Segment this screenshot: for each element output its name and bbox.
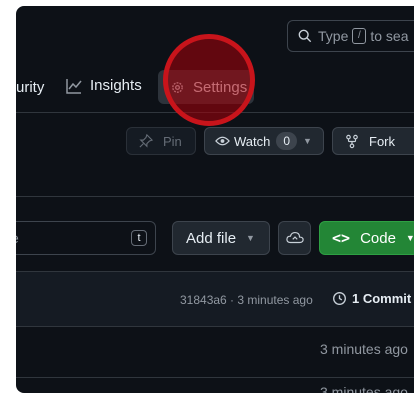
codespaces-button[interactable] xyxy=(278,221,311,255)
fork-icon xyxy=(346,134,358,148)
search-placeholder-suffix: to sea xyxy=(370,28,409,44)
fork-label: Fork xyxy=(369,133,395,149)
go-to-file-input[interactable]: e t xyxy=(16,221,156,255)
commit-info[interactable]: 31843a6 · 3 minutes ago xyxy=(180,293,313,307)
search-input[interactable]: Type / to sea xyxy=(287,20,414,52)
eye-icon xyxy=(215,136,230,146)
header-divider xyxy=(16,196,414,197)
pin-button[interactable]: Pin xyxy=(126,127,196,155)
tab-security-label: urity xyxy=(16,79,45,96)
repo-window: Type / to sea urity Insights Settings Pi… xyxy=(16,6,414,393)
chevron-down-icon: ▼ xyxy=(246,233,255,243)
graph-icon xyxy=(66,78,82,94)
search-icon xyxy=(298,29,312,43)
watch-button[interactable]: Watch 0 ▼ xyxy=(204,127,324,155)
table-row[interactable]: 3 minutes ago xyxy=(16,378,414,393)
history-icon xyxy=(333,292,346,305)
chevron-down-icon: ▼ xyxy=(405,233,414,243)
add-file-label: Add file xyxy=(186,229,237,247)
code-button[interactable]: <> Code ▼ xyxy=(319,221,414,255)
chevron-down-icon: ▼ xyxy=(303,136,312,146)
gear-icon xyxy=(172,81,183,93)
row-timestamp: 3 minutes ago xyxy=(320,341,408,357)
watch-label: Watch xyxy=(234,133,271,149)
go-to-file-shortcut: t xyxy=(131,230,147,246)
row-timestamp: 3 minutes ago xyxy=(320,384,408,393)
search-placeholder: Type xyxy=(318,28,349,44)
code-label: Code xyxy=(360,229,396,247)
commit-count-label: 1 Commit xyxy=(352,291,412,306)
commit-history-link[interactable]: 1 Commit xyxy=(332,291,411,306)
pin-icon xyxy=(139,134,153,148)
fork-button[interactable]: Fork xyxy=(332,127,414,155)
add-file-button[interactable]: Add file ▼ xyxy=(172,221,270,255)
nav-divider xyxy=(16,112,414,113)
pin-label: Pin xyxy=(163,133,182,149)
tab-settings[interactable]: Settings xyxy=(158,70,254,104)
cloud-icon xyxy=(285,232,304,244)
tab-security[interactable]: urity xyxy=(16,79,44,96)
search-shortcut-key: / xyxy=(352,28,367,44)
table-row[interactable]: 3 minutes ago xyxy=(16,327,414,377)
tab-insights-label: Insights xyxy=(90,77,142,94)
tab-settings-label: Settings xyxy=(193,78,248,96)
go-to-file-placeholder: e xyxy=(16,230,19,246)
code-icon: <> xyxy=(332,229,351,247)
tab-insights[interactable]: Insights xyxy=(66,77,142,94)
watch-count: 0 xyxy=(276,132,298,150)
